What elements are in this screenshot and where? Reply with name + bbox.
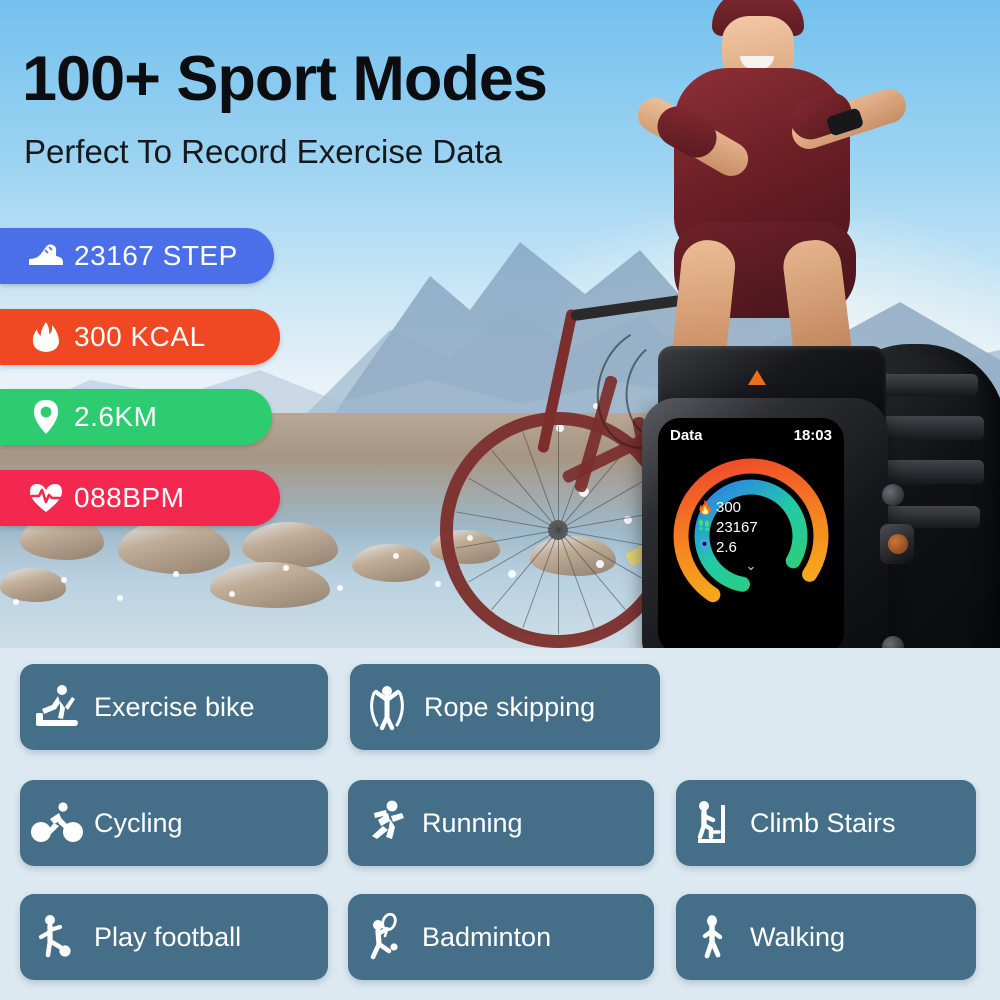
sport-mode-label: Exercise bike bbox=[94, 691, 255, 722]
sport-mode-rope-skipping[interactable]: Rope skipping bbox=[350, 664, 660, 750]
shoe-icon bbox=[18, 241, 74, 271]
watch-stat-steps: 23167 bbox=[697, 518, 805, 538]
watch-crown-accent bbox=[888, 534, 908, 554]
walking-person-icon bbox=[676, 913, 750, 961]
flame-icon bbox=[18, 320, 74, 354]
metric-value: 23167 STEP bbox=[74, 240, 238, 271]
watch-stats: 🔥 300 23167 2.6 ⌄ bbox=[697, 498, 805, 574]
metric-pill-heartrate: 088BPM bbox=[0, 470, 280, 526]
sport-modes-section: Exercise bike Rope skipping Cycling Runn… bbox=[0, 648, 1000, 1000]
metric-value: 088BPM bbox=[74, 482, 185, 513]
rope-skipping-icon bbox=[350, 683, 424, 731]
stat-value: 23167 bbox=[716, 518, 758, 536]
cyclist-icon bbox=[20, 801, 94, 845]
stair-climber-icon bbox=[676, 799, 750, 847]
badminton-player-icon bbox=[348, 913, 422, 961]
watch-case: Data 18:03 🔥 300 23167 2.6 ⌄ bbox=[642, 398, 914, 674]
metric-value: 2.6KM bbox=[74, 401, 158, 432]
promo-banner: 100+ Sport Modes Perfect To Record Exerc… bbox=[0, 0, 1000, 1000]
sport-mode-walking[interactable]: Walking bbox=[676, 894, 976, 980]
location-pin-icon bbox=[18, 399, 74, 435]
metric-pill-distance: 2.6KM bbox=[0, 389, 272, 445]
page-title: 100+ Sport Modes bbox=[22, 44, 548, 114]
footsteps-icon bbox=[697, 519, 711, 536]
treadmill-icon bbox=[20, 683, 94, 731]
flame-icon: 🔥 bbox=[697, 500, 714, 516]
sport-mode-label: Climb Stairs bbox=[750, 807, 896, 838]
sport-mode-play-football[interactable]: Play football bbox=[20, 894, 328, 980]
watch-stat-calories: 🔥 300 bbox=[697, 498, 805, 518]
screen-clock: 18:03 bbox=[793, 427, 832, 444]
football-player-icon bbox=[20, 913, 94, 961]
sport-mode-label: Badminton bbox=[422, 921, 552, 952]
page-subtitle: Perfect To Record Exercise Data bbox=[24, 133, 503, 170]
sport-mode-label: Rope skipping bbox=[424, 691, 596, 722]
metric-pill-calories: 300 KCAL bbox=[0, 309, 280, 365]
chevron-down-icon[interactable]: ⌄ bbox=[697, 558, 805, 574]
location-pin-icon bbox=[697, 539, 711, 556]
runner-icon bbox=[348, 799, 422, 847]
sport-mode-climb-stairs[interactable]: Climb Stairs bbox=[676, 780, 976, 866]
screen-title: Data bbox=[670, 427, 703, 444]
sport-mode-label: Cycling bbox=[94, 807, 183, 838]
heartbeat-icon bbox=[18, 482, 74, 514]
sport-mode-cycling[interactable]: Cycling bbox=[20, 780, 328, 866]
watch-side-button-top[interactable] bbox=[882, 484, 904, 506]
watch-stat-distance: 2.6 bbox=[697, 537, 805, 557]
sport-mode-running[interactable]: Running bbox=[348, 780, 654, 866]
sport-mode-badminton[interactable]: Badminton bbox=[348, 894, 654, 980]
sport-mode-label: Running bbox=[422, 807, 523, 838]
bezel-marker-icon bbox=[748, 370, 766, 385]
watch-screen[interactable]: Data 18:03 🔥 300 23167 2.6 ⌄ bbox=[658, 418, 844, 654]
stat-value: 2.6 bbox=[716, 538, 737, 556]
metric-value: 300 KCAL bbox=[74, 321, 206, 352]
metric-pill-steps: 23167 STEP bbox=[0, 228, 274, 284]
sport-mode-exercise-bike[interactable]: Exercise bike bbox=[20, 664, 328, 750]
stat-value: 300 bbox=[716, 498, 742, 516]
sport-mode-label: Walking bbox=[750, 921, 846, 952]
sport-mode-label: Play football bbox=[94, 921, 242, 952]
